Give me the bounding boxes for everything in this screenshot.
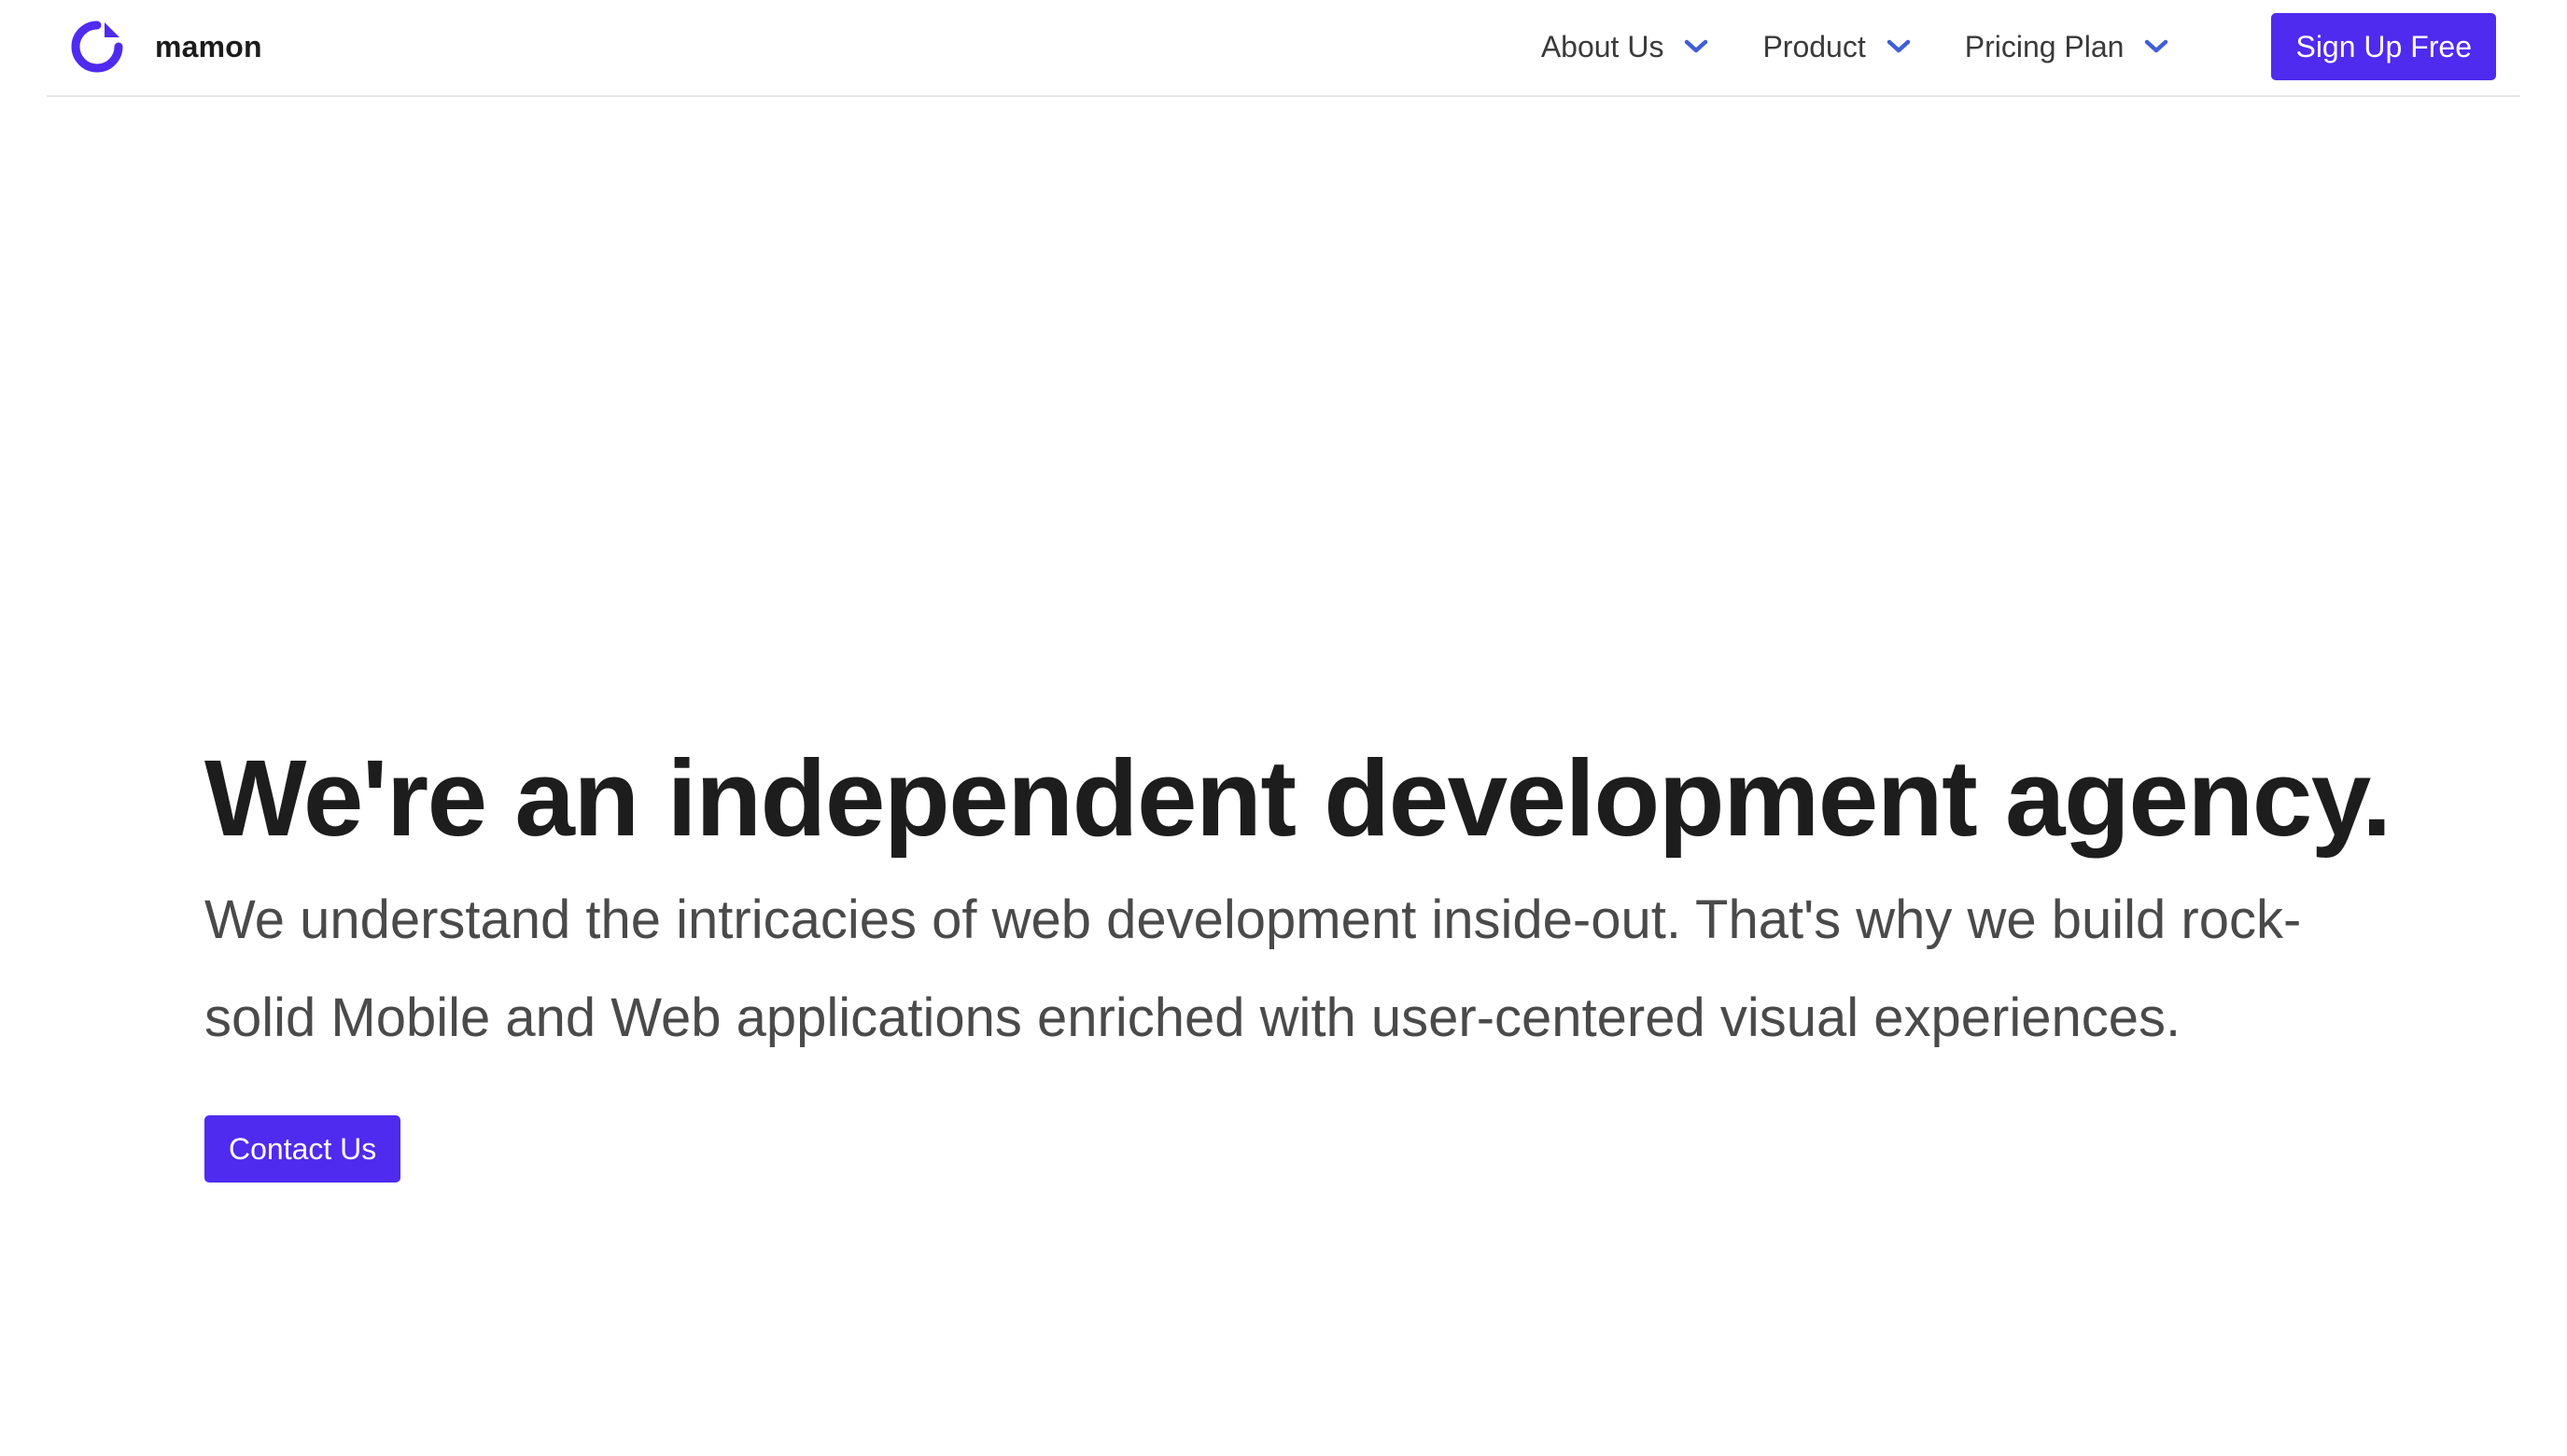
nav-item-about-us[interactable]: About Us xyxy=(1541,30,1709,64)
chevron-down-icon xyxy=(1887,39,1910,53)
nav-item-label: About Us xyxy=(1540,29,1664,63)
main-nav: About Us Product Pricing Plan Sign Up Fr… xyxy=(1541,13,2496,80)
nav-item-pricing-plan[interactable]: Pricing Plan xyxy=(1965,30,2169,64)
nav-item-product[interactable]: Product xyxy=(1762,30,1910,64)
nav-item-label: Pricing Plan xyxy=(1964,29,2125,63)
sign-up-free-button[interactable]: Sign Up Free xyxy=(2271,13,2496,80)
hero-title: We're an independent development agency. xyxy=(204,737,2392,859)
chevron-down-icon xyxy=(1685,39,1708,53)
brand[interactable]: mamon xyxy=(67,17,262,77)
brand-name: mamon xyxy=(155,29,262,63)
hero-subtitle: We understand the intricacies of web dev… xyxy=(204,889,2302,1048)
nav-item-label: Product xyxy=(1762,29,1866,63)
chevron-down-icon xyxy=(2145,39,2168,53)
contact-us-button[interactable]: Contact Us xyxy=(204,1115,401,1183)
hero-section: We're an independent development agency.… xyxy=(204,733,2392,1183)
circular-arrow-logo-icon xyxy=(71,21,123,73)
top-navbar: mamon About Us Product Pricing Plan Sign… xyxy=(47,0,2520,97)
